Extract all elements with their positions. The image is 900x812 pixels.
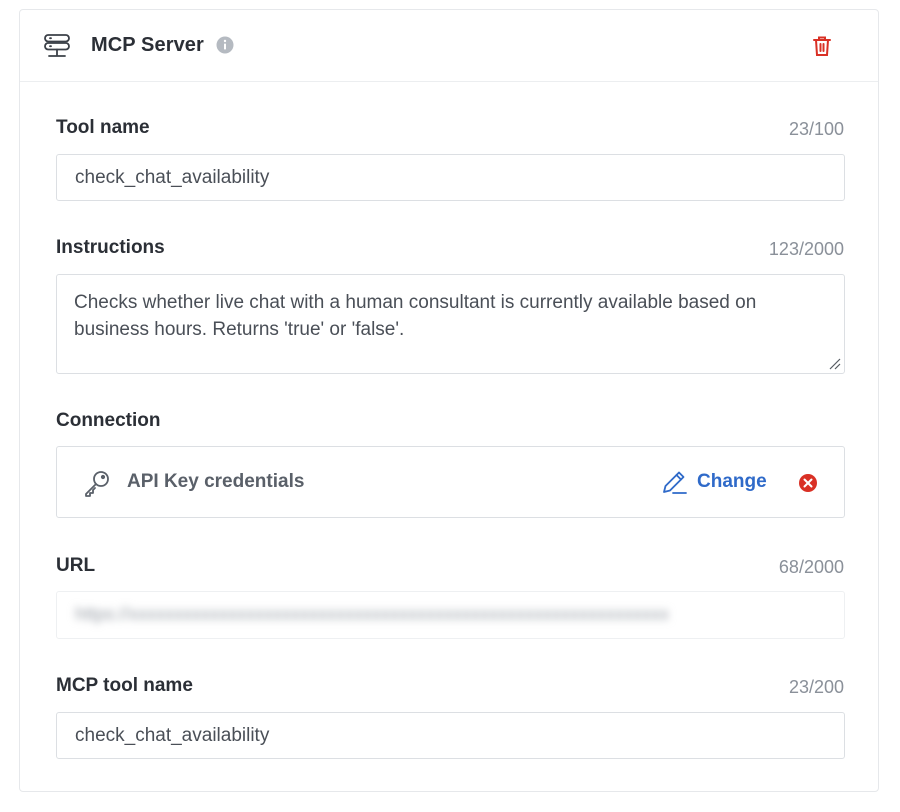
server-icon [44, 34, 70, 57]
connection-label: Connection [56, 410, 161, 431]
tool-name-label: Tool name [56, 117, 150, 138]
resize-handle-icon[interactable] [829, 358, 841, 370]
url-value: https://xxxxxxxxxxxxxxxxxxxxxxxxxxxxxxxx… [75, 604, 670, 624]
card-title: MCP Server [91, 34, 204, 56]
card-header: MCP Server [20, 10, 878, 82]
info-icon[interactable] [216, 36, 234, 54]
mcp-tool-name-counter: 23/200 [788, 677, 844, 697]
instructions-textarea[interactable]: Checks whether live chat with a human co… [56, 274, 845, 374]
delete-button[interactable] [811, 34, 833, 58]
key-icon [85, 471, 109, 497]
url-input[interactable]: https://xxxxxxxxxxxxxxxxxxxxxxxxxxxxxxxx… [56, 591, 845, 639]
instructions-counter: 123/2000 [768, 239, 844, 259]
mcp-tool-name-label: MCP tool name [56, 675, 193, 696]
remove-icon[interactable] [798, 473, 818, 493]
instructions-label: Instructions [56, 237, 165, 258]
url-counter: 68/2000 [778, 557, 844, 577]
connection-box: API Key credentials Change [56, 446, 845, 518]
url-label: URL [56, 555, 96, 576]
change-connection-button[interactable]: Change [660, 467, 767, 497]
mcp-server-card: MCP Server Tool name 23/100 check_chat_a… [19, 9, 879, 792]
instructions-value: Checks whether live chat with a human co… [74, 292, 757, 340]
tool-name-counter: 23/100 [788, 119, 844, 139]
credential-label: API Key credentials [127, 471, 305, 492]
pencil-icon [663, 471, 687, 494]
tool-name-value: check_chat_availability [75, 166, 270, 188]
tool-name-input[interactable]: check_chat_availability [56, 154, 845, 201]
mcp-tool-name-input[interactable]: check_chat_availability [56, 712, 845, 759]
change-label: Change [697, 471, 767, 492]
mcp-tool-name-value: check_chat_availability [75, 724, 270, 746]
